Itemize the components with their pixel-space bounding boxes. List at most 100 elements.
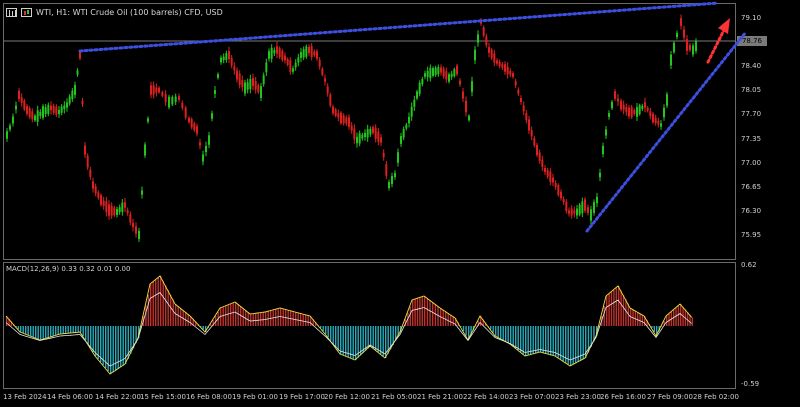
candle-body (402, 129, 405, 138)
candle-body (568, 210, 570, 214)
candle-body (262, 75, 265, 85)
macd-histogram-bar (424, 296, 426, 326)
candle-body (353, 128, 356, 140)
macd-histogram-bar (540, 326, 542, 352)
macd-histogram-bar (637, 312, 639, 326)
candle-body (171, 96, 174, 105)
candle-body (622, 104, 625, 110)
macd-histogram-bar (409, 306, 411, 326)
candle-body (514, 81, 517, 86)
macd-histogram-bar (165, 285, 167, 326)
candle-body (641, 105, 644, 109)
candle-body (238, 73, 241, 85)
macd-histogram-bar (370, 326, 372, 346)
candle-body (181, 102, 184, 108)
candle-body (34, 115, 36, 121)
macd-histogram-bar (162, 280, 164, 326)
macd-histogram-bar (260, 312, 262, 326)
candle-body (408, 116, 410, 124)
chart-canvas[interactable] (0, 0, 800, 407)
candle-body (28, 108, 31, 118)
macd-histogram-bar (507, 326, 509, 343)
macd-histogram-bar (535, 326, 537, 354)
macd-histogram-bar (625, 299, 627, 326)
macd-histogram-bar (342, 326, 344, 355)
candle-body (554, 183, 557, 187)
macd-histogram-bar (112, 326, 114, 373)
candle-body (178, 96, 180, 100)
candle-body (530, 130, 533, 137)
candle-body (468, 115, 470, 121)
candle-body (152, 85, 155, 95)
macd-histogram-bar (150, 284, 152, 326)
candle-body (590, 209, 592, 221)
candle-body (47, 104, 50, 114)
candle-body (424, 73, 426, 77)
macd-histogram-bar (95, 326, 97, 356)
candle-body (644, 102, 646, 108)
candle-body (418, 82, 421, 94)
macd-histogram-bar (262, 312, 264, 326)
macd-histogram-bar (20, 326, 22, 332)
candle-body (361, 134, 364, 139)
candle-body (602, 145, 604, 155)
candle-body (434, 67, 437, 75)
candle-body (141, 190, 143, 195)
macd-histogram-bar (434, 304, 437, 326)
macd-histogram-bar (87, 326, 89, 344)
candle-body (426, 70, 429, 78)
macd-histogram-bar (222, 307, 224, 326)
candle-body (211, 113, 213, 119)
macd-histogram-bar (170, 294, 172, 326)
candle-body (342, 115, 345, 124)
candle-body (18, 90, 20, 100)
macd-histogram-bar (295, 312, 297, 326)
candle-body (84, 145, 86, 155)
macd-histogram-bar (340, 326, 342, 354)
macd-histogram-bar (45, 326, 47, 339)
candle-body (76, 70, 79, 75)
macd-histogram-bar (382, 326, 384, 356)
macd-histogram-bar (57, 326, 59, 335)
macd-histogram-bar (603, 306, 605, 326)
macd-histogram-bar (606, 296, 608, 326)
macd-histogram-bar (492, 326, 494, 333)
candle-body (649, 111, 652, 117)
candle-body (512, 73, 514, 77)
candle-body (6, 131, 8, 139)
candle-body (97, 192, 100, 198)
candle-body (552, 177, 554, 183)
candle-body (474, 49, 476, 61)
macd-histogram-bar (147, 294, 149, 326)
candle-body (79, 51, 81, 59)
macd-histogram-bar (615, 288, 617, 326)
candle-body (596, 196, 598, 204)
candle-body (100, 195, 102, 205)
macd-histogram-bar (152, 282, 154, 326)
candle-body (388, 181, 390, 189)
candle-body (657, 120, 660, 125)
candle-body (144, 144, 146, 156)
candle-body (633, 109, 636, 115)
candle-body (310, 46, 313, 58)
macd-histogram-bar (110, 326, 112, 374)
candle-body (15, 105, 17, 110)
candle-body (284, 55, 286, 61)
candle-body (584, 199, 586, 211)
candle-body (509, 70, 512, 75)
macd-histogram-bar (517, 326, 519, 350)
macd-histogram-bar (653, 326, 655, 332)
macd-histogram-bar (352, 326, 354, 359)
macd-histogram-bar (545, 326, 547, 354)
candle-body (236, 70, 238, 80)
macd-histogram-bar (432, 302, 434, 326)
macd-histogram-bar (157, 278, 159, 326)
macd-histogram-bar (115, 326, 117, 371)
candle-body (92, 181, 94, 189)
candle-body (608, 113, 610, 117)
candle-body (432, 68, 434, 76)
macd-histogram-bar (250, 314, 252, 326)
macd-histogram-bar (70, 326, 72, 333)
macd-histogram-bar (30, 326, 32, 336)
candle-body (496, 60, 498, 64)
